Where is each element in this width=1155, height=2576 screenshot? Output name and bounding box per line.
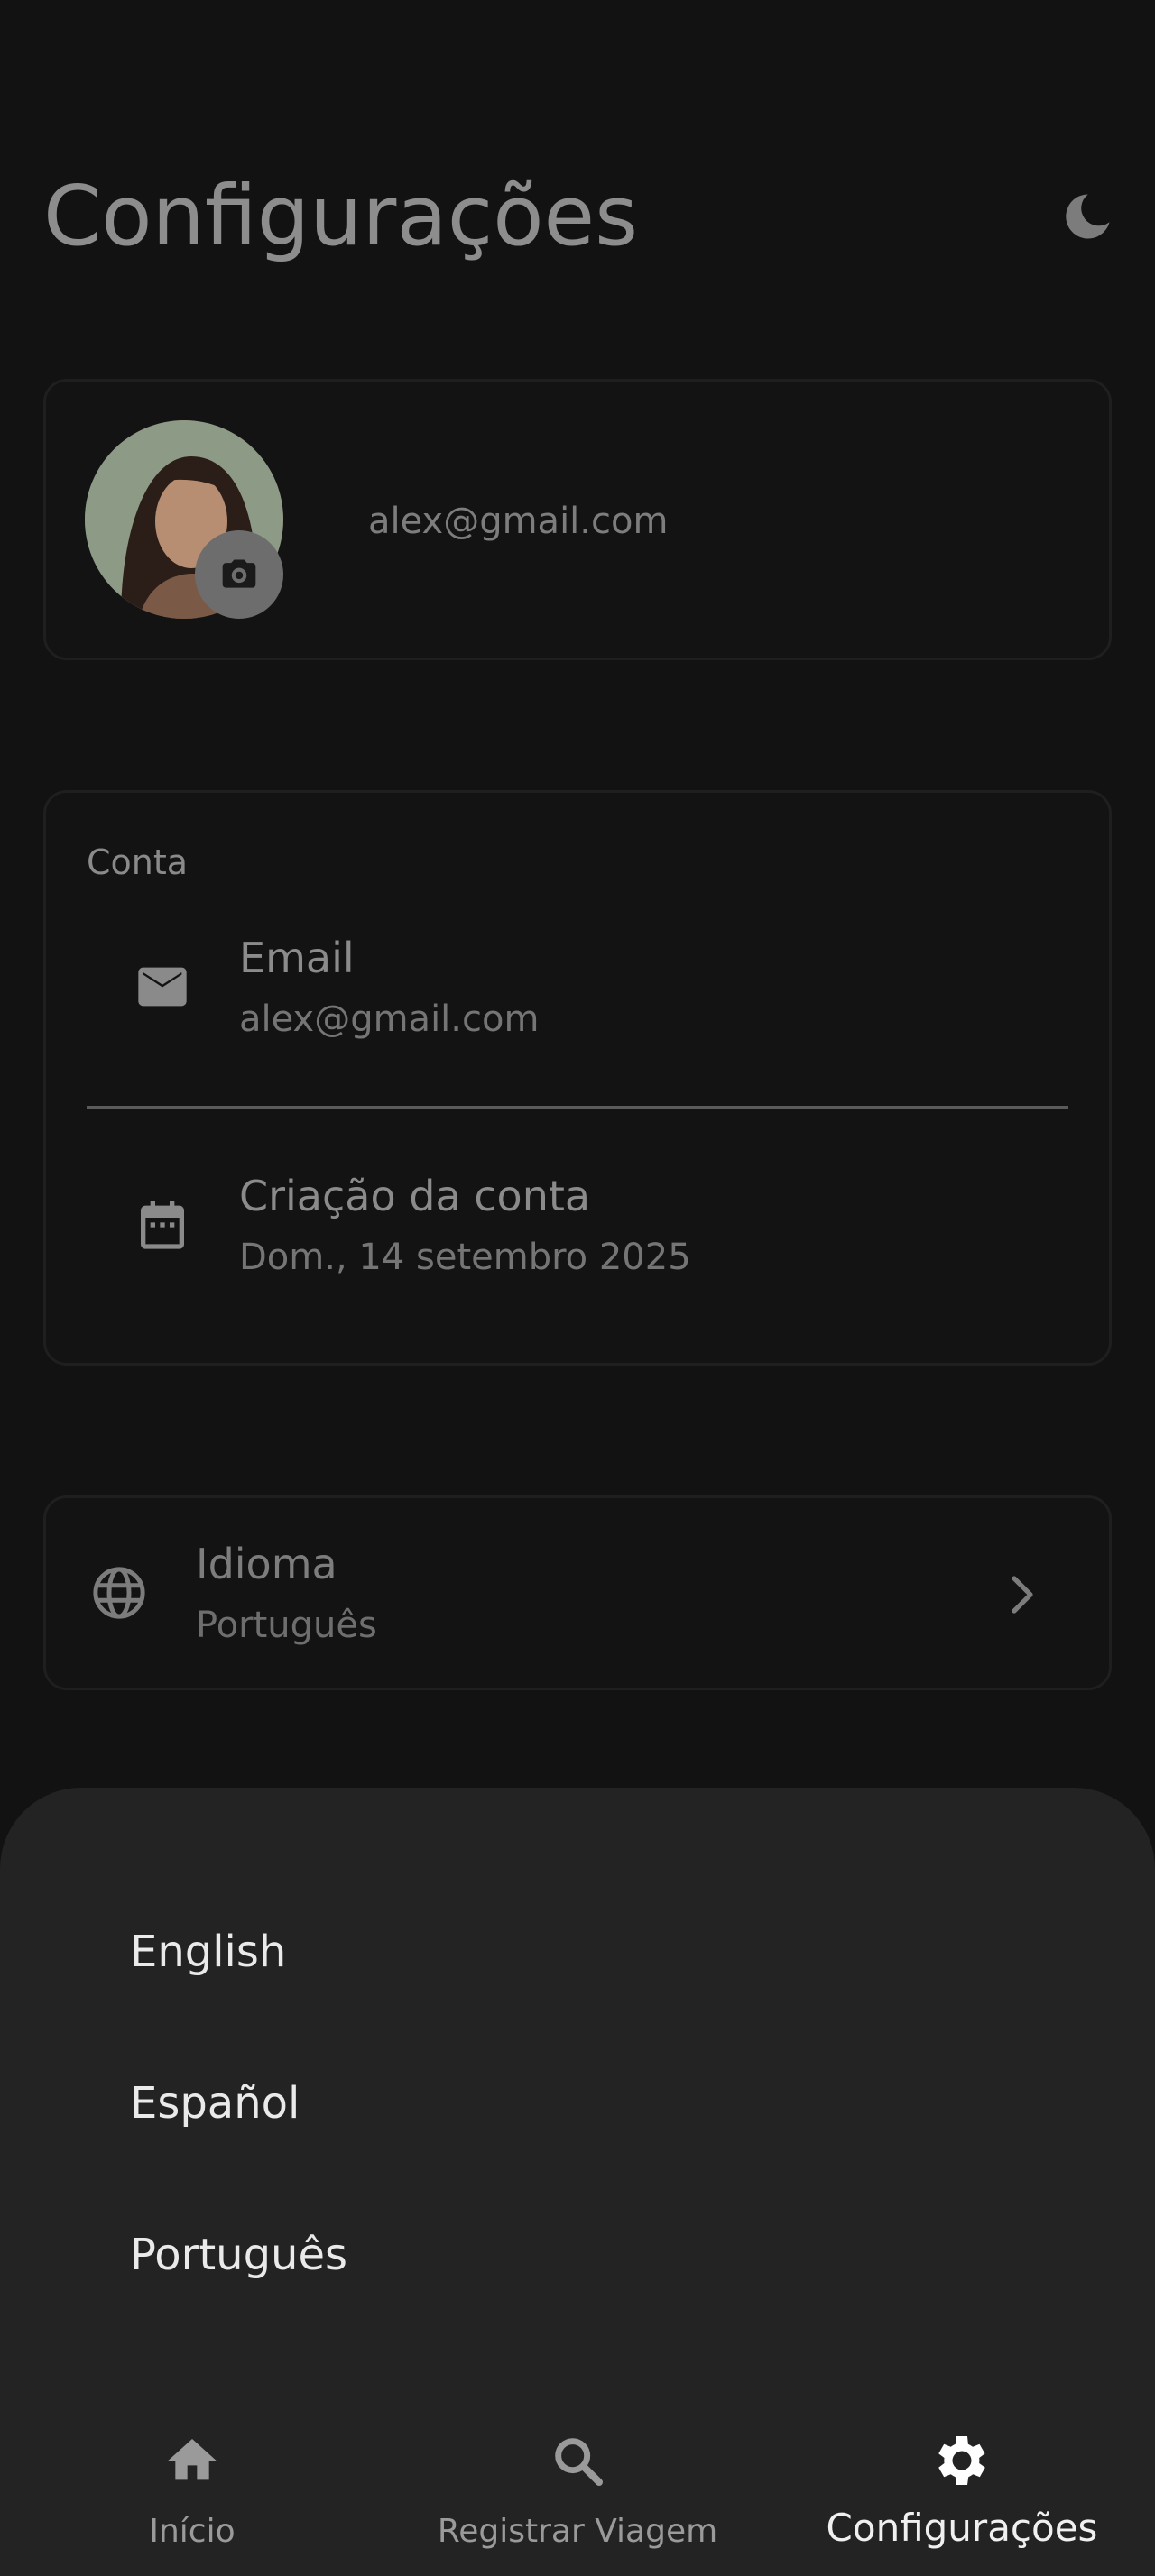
calendar-icon [130, 1192, 195, 1257]
language-option-espanol[interactable]: Español [130, 2076, 300, 2130]
gear-icon [929, 2428, 994, 2493]
nav-item-settings[interactable]: Configurações [812, 2428, 1112, 2576]
created-row-title: Criação da conta [239, 1172, 591, 1220]
language-title: Idioma [196, 1540, 337, 1588]
language-option-english[interactable]: English [130, 1925, 286, 1979]
nav-label-home: Início [149, 2513, 236, 2550]
home-icon [160, 2428, 225, 2493]
divider [87, 1106, 1068, 1109]
nav-label-register-trip: Registrar Viagem [437, 2513, 718, 2550]
section-label-account: Conta [87, 842, 189, 882]
chevron-right-icon [1005, 1573, 1041, 1616]
globe-icon [87, 1560, 152, 1625]
search-icon [545, 2428, 610, 2493]
language-setting[interactable] [43, 1495, 1112, 1690]
language-value: Português [196, 1605, 377, 1646]
email-row-title: Email [239, 934, 355, 982]
email-row-value: alex@gmail.com [239, 998, 540, 1040]
moon-icon [1066, 194, 1110, 239]
page-title: Configurações [43, 168, 639, 264]
mail-icon [130, 954, 195, 1019]
theme-toggle-button[interactable] [1056, 185, 1119, 248]
nav-item-register-trip[interactable]: Registrar Viagem [415, 2428, 740, 2576]
nav-label-settings: Configurações [826, 2506, 1098, 2550]
account-card [43, 790, 1112, 1366]
created-row-value: Dom., 14 setembro 2025 [239, 1237, 691, 1278]
camera-icon [222, 559, 256, 588]
profile-email: alex@gmail.com [368, 501, 669, 542]
change-photo-button[interactable] [195, 530, 283, 619]
nav-item-home[interactable]: Início [102, 2428, 282, 2576]
language-option-portugues[interactable]: Português [130, 2228, 347, 2282]
